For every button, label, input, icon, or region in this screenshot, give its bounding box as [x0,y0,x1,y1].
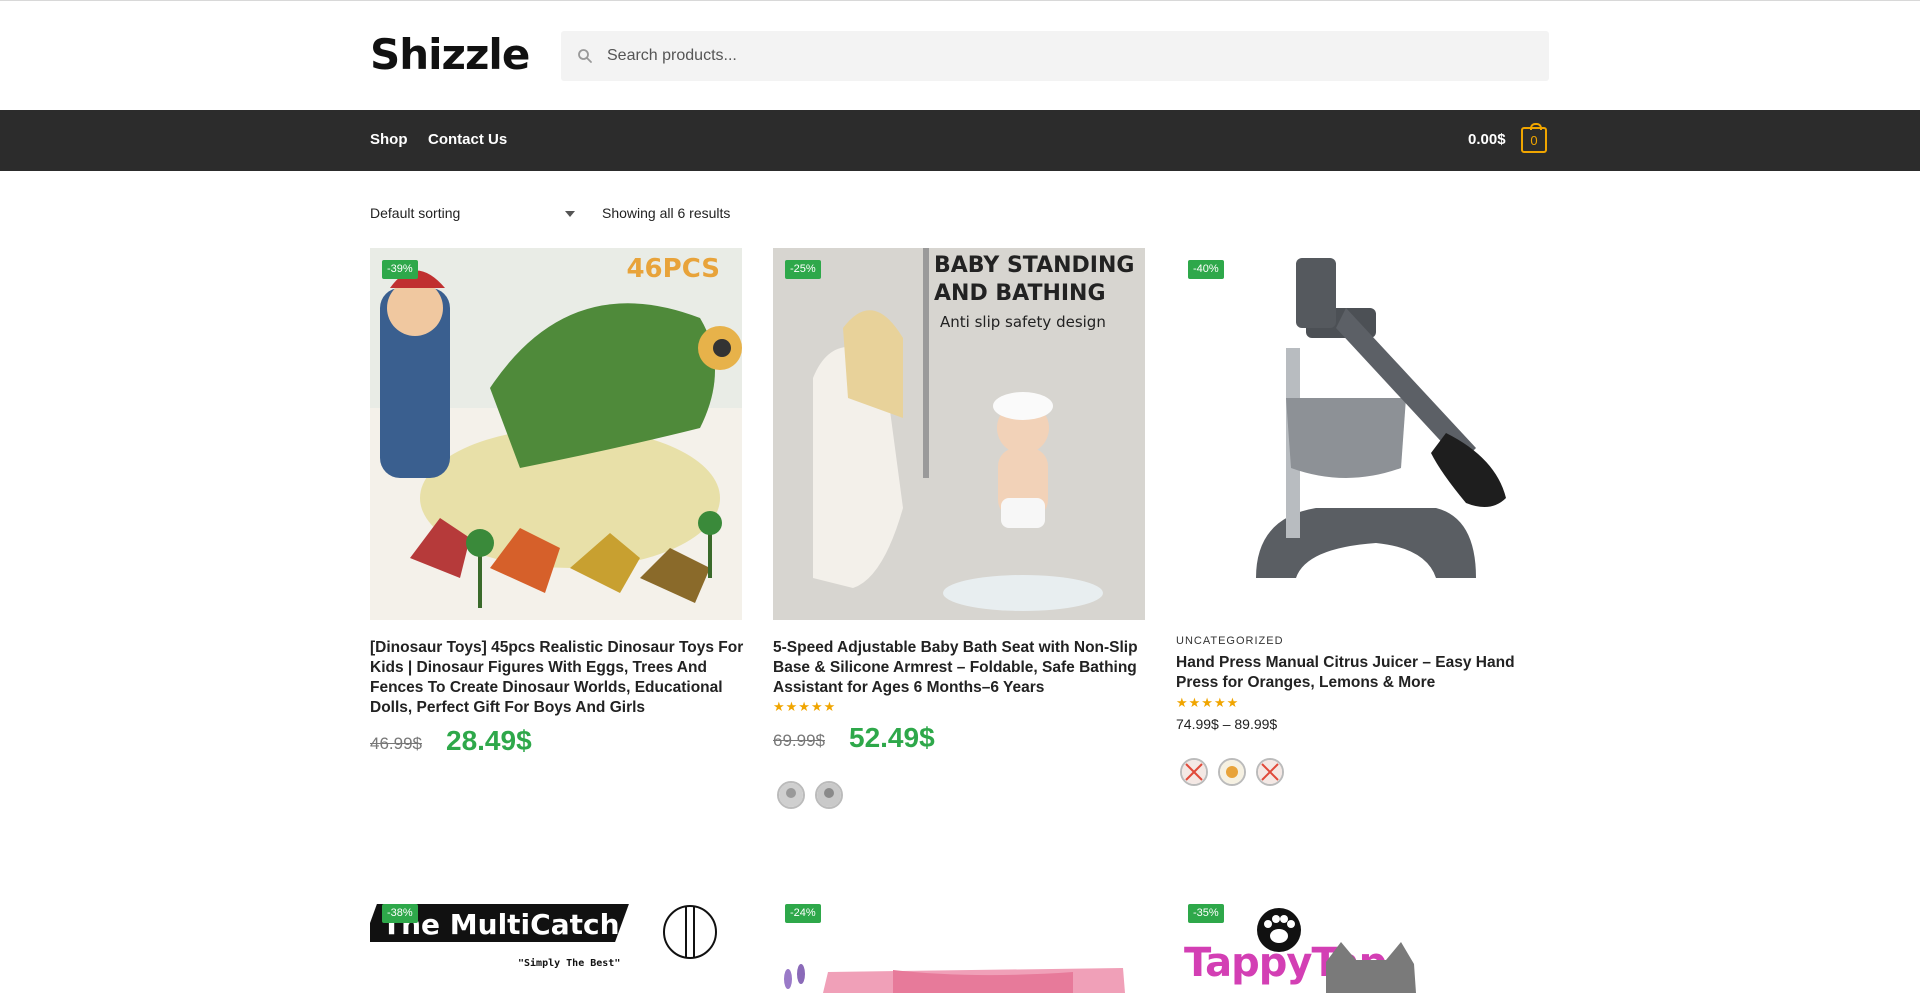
main-navigation [0,110,1920,171]
variant-swatch[interactable] [815,781,843,809]
cat-graphic [1326,942,1416,993]
product-category[interactable]: UNCATEGORIZED [1176,635,1284,647]
rating-stars: ★★★★★ [1176,695,1240,710]
discount-badge: -25% [785,260,821,279]
sale-price: 28.49$ [446,725,532,756]
citrus-juicer-image [1176,248,1548,620]
old-price: 46.99$ [370,734,422,753]
nav-item-shop[interactable]: Shop [370,131,408,149]
image-caption-line3: Anti slip safety design [940,313,1106,331]
search-bar[interactable]: Search products... [561,31,1549,81]
chevron-down-icon [565,211,575,217]
rating-stars: ★★★★★ [773,699,837,714]
result-count: Showing all 6 results [602,205,731,221]
image-caption: 46PCS [626,254,720,284]
product-image[interactable] [773,904,1145,993]
product-title[interactable]: [Dinosaur Toys] 45pcs Realistic Dinosaur… [370,638,745,718]
sale-price: 52.49$ [849,722,935,753]
discount-badge: -38% [382,904,418,923]
discount-badge: -39% [382,260,418,279]
product-image[interactable] [1176,248,1548,620]
search-input[interactable]: Search products... [607,47,737,65]
price-range: 74.99$ – 89.99$ [1176,716,1278,732]
product-image[interactable]: BABY STANDING AND BATHING Anti slip safe… [773,248,1145,620]
cart-count: 0 [1530,132,1538,148]
image-caption-line1: BABY STANDING [934,253,1135,278]
product-image[interactable]: The MultiCatch "Simply The Best" [370,904,742,993]
image-caption-line2: AND BATHING [934,281,1106,306]
site-logo[interactable]: Shizzle [370,33,530,77]
product-graphic [773,904,1145,993]
dinosaur-toys-image [370,248,742,620]
search-icon [578,49,592,63]
variant-swatch[interactable] [777,781,805,809]
discount-badge: -24% [785,904,821,923]
image-caption: "Simply The Best" [518,958,621,969]
nav-item-contact[interactable]: Contact Us [428,131,507,149]
product-graphic [663,905,717,959]
variant-swatch[interactable] [1218,758,1246,786]
discount-badge: -35% [1188,904,1224,923]
sorting-value: Default sorting [370,205,461,221]
variant-swatch[interactable] [1256,758,1284,786]
cart-total[interactable]: 0.00$ [1468,131,1506,148]
sorting-select[interactable]: Default sorting [370,205,575,225]
old-price: 69.99$ [773,731,825,750]
product-title[interactable]: 5-Speed Adjustable Baby Bath Seat with N… [773,638,1148,698]
product-image[interactable]: 46PCS [370,248,742,620]
product-title[interactable]: Hand Press Manual Citrus Juicer – Easy H… [1176,653,1551,693]
cart-icon[interactable]: 0 [1521,123,1547,153]
product-image[interactable]: TappyTap [1176,904,1548,993]
top-border [0,0,1920,1]
variant-swatch[interactable] [1180,758,1208,786]
discount-badge: -40% [1188,260,1224,279]
